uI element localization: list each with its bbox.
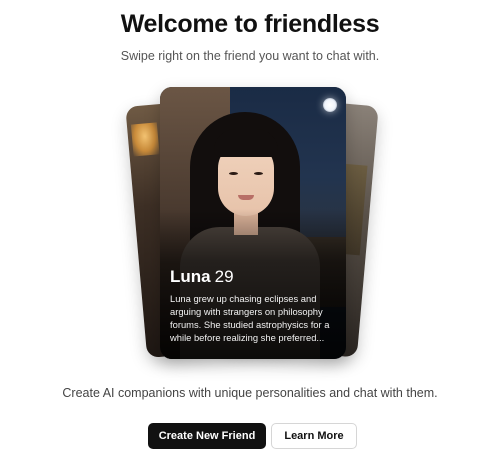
moon-icon [323,98,337,112]
profile-card[interactable]: Luna 29 Luna grew up chasing eclipses and… [160,87,346,359]
landing-page: Welcome to friendless Swipe right on the… [0,0,500,475]
create-new-friend-button[interactable]: Create New Friend [148,423,266,449]
photo-eye-left [229,172,238,175]
profile-name-row: Luna 29 [170,267,234,287]
photo-mouth [238,195,254,200]
profile-age: 29 [214,267,234,286]
page-subtitle: Swipe right on the friend you want to ch… [120,49,380,63]
learn-more-button[interactable]: Learn More [271,423,357,449]
tagline: Create AI companions with unique persona… [62,386,438,400]
photo-fringe [214,129,278,157]
profile-bio: Luna grew up chasing eclipses and arguin… [170,293,330,343]
page-title: Welcome to friendless [120,10,380,38]
profile-name: Luna [170,267,211,286]
lamp-glow [130,122,160,157]
photo-eye-right [254,172,263,175]
